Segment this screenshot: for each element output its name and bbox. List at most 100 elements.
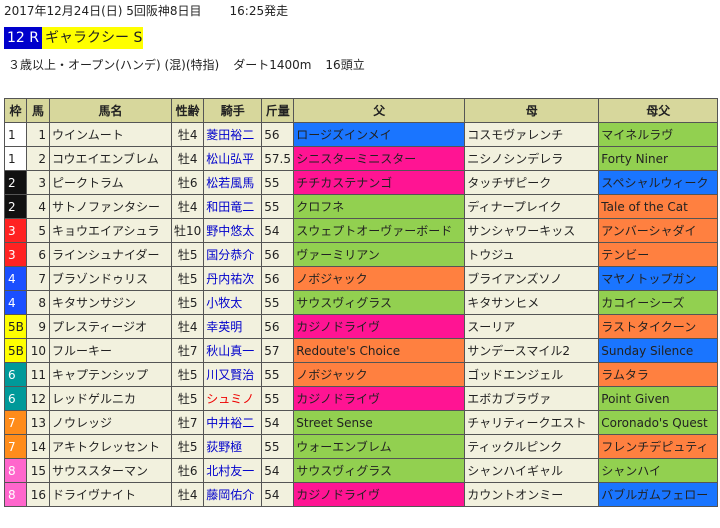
dam-cell: ブライアンズソノ	[464, 266, 600, 291]
table-row: 4 7 ブラゾンドゥリス 牡5 丹内祐次 56 ノボジャック ブライアンズソノ マヤノトップガン	[4, 266, 719, 291]
weight-cell: 57	[261, 338, 295, 363]
damsire-cell: アンバーシャダイ	[598, 218, 719, 243]
table-header-row: 枠 馬 馬名 性齢 騎手 斤量 父 母 母父	[4, 98, 719, 123]
damsire-cell: Coronado's Quest	[598, 410, 719, 435]
race-course: ダート1400m	[233, 58, 312, 72]
horse-number-cell: 11	[26, 362, 50, 387]
runner-count: 16頭立	[325, 58, 365, 72]
jockey-cell: 小牧太	[203, 290, 263, 315]
post-time: 16:25発走	[229, 4, 289, 18]
table-row: 8 16 ドライヴナイト 牡4 藤岡佑介 54 カジノドライヴ カウントオンミー バブルガムフェ…	[4, 482, 719, 507]
horse-name-cell: ノウレッジ	[49, 410, 172, 435]
dam-cell: タッチザピーク	[464, 170, 600, 195]
table-row: 7 13 ノウレッジ 牡7 中井裕二 54 Street Sense チャリティークエスト Co…	[4, 410, 719, 435]
waku-cell: 2	[4, 194, 27, 219]
jockey-cell: シュミノ	[203, 386, 263, 411]
horse-number-cell: 2	[26, 146, 50, 171]
sex-age-cell: 牡4	[170, 194, 205, 219]
sire-cell: サウスヴィグラス	[293, 458, 466, 483]
sex-age-cell: 牡7	[170, 338, 205, 363]
horse-number-cell: 7	[26, 266, 50, 291]
horse-name-cell: ドライヴナイト	[49, 482, 172, 507]
jockey-cell: 秋山真一	[203, 338, 263, 363]
sex-age-cell: 牡5	[170, 242, 205, 267]
horse-name-cell: プレスティージオ	[49, 314, 172, 339]
horse-name-cell: フルーキー	[49, 338, 172, 363]
damsire-cell: バブルガムフェロー	[598, 482, 719, 507]
col-header-damsire: 母父	[598, 98, 719, 123]
horse-number-cell: 9	[26, 314, 50, 339]
horse-name-cell: レッドゲルニカ	[49, 386, 172, 411]
race-number-badge: 12 R	[4, 27, 42, 49]
table-row: 5B 9 プレスティージオ 牡4 幸英明 56 カジノドライヴ スーリア ラストタイクーン	[4, 314, 719, 339]
sex-age-cell: 牡10	[170, 218, 205, 243]
weight-cell: 56	[261, 122, 295, 147]
horse-number-cell: 1	[26, 122, 50, 147]
weight-cell: 55	[261, 434, 295, 459]
waku-cell: 8	[4, 458, 27, 483]
horse-number-cell: 15	[26, 458, 50, 483]
sire-cell: スウェプトオーヴァーボード	[293, 218, 466, 243]
col-header-waku: 枠	[4, 98, 27, 123]
sire-cell: サウスヴィグラス	[293, 290, 466, 315]
damsire-cell: ラストタイクーン	[598, 314, 719, 339]
jockey-cell: 松山弘平	[203, 146, 263, 171]
dam-cell: サンデースマイル2	[464, 338, 600, 363]
table-row: 7 14 アキトクレッセント 牡5 荻野極 55 ウォーエンブレム ティックルピンク フレンチデ…	[4, 434, 719, 459]
sire-cell: カジノドライヴ	[293, 314, 466, 339]
weight-cell: 56	[261, 242, 295, 267]
jockey-cell: 松若風馬	[203, 170, 263, 195]
sex-age-cell: 牡5	[170, 434, 205, 459]
dam-cell: ゴッドエンジェル	[464, 362, 600, 387]
damsire-cell: テンビー	[598, 242, 719, 267]
jockey-cell: 中井裕二	[203, 410, 263, 435]
damsire-cell: フレンチデピュティ	[598, 434, 719, 459]
jockey-cell: 荻野極	[203, 434, 263, 459]
waku-cell: 4	[4, 266, 27, 291]
horse-name-cell: アキトクレッセント	[49, 434, 172, 459]
weight-cell: 56	[261, 314, 295, 339]
table-row: 6 11 キャプテンシップ 牡5 川又賢治 55 ノボジャック ゴッドエンジェル ラムタラ	[4, 362, 719, 387]
race-conditions: ３歳以上・オープン(ハンデ) (混)(特指)	[8, 58, 220, 72]
waku-cell: 5B	[4, 338, 27, 363]
col-header-sex-age: 性齢	[170, 98, 205, 123]
dam-cell: トウジュ	[464, 242, 600, 267]
race-date: 2017年12月24日(日) 5回阪神8日目	[4, 4, 202, 18]
jockey-cell: 国分恭介	[203, 242, 263, 267]
dam-cell: ティックルピンク	[464, 434, 600, 459]
sire-cell: カジノドライヴ	[293, 482, 466, 507]
weight-cell: 54	[261, 482, 295, 507]
horse-name-cell: コウエイエンブレム	[49, 146, 172, 171]
sire-cell: シニスターミニスター	[293, 146, 466, 171]
sire-cell: ウォーエンブレム	[293, 434, 466, 459]
col-header-number: 馬	[26, 98, 50, 123]
horse-number-cell: 3	[26, 170, 50, 195]
damsire-cell: カコイーシーズ	[598, 290, 719, 315]
dam-cell: エボカブラヴァ	[464, 386, 600, 411]
race-name: ギャラクシー S	[42, 27, 143, 49]
horse-name-cell: ピークトラム	[49, 170, 172, 195]
horse-name-cell: ウインムート	[49, 122, 172, 147]
sire-cell: Street Sense	[293, 410, 466, 435]
weight-cell: 55	[261, 194, 295, 219]
horse-name-cell: サウススターマン	[49, 458, 172, 483]
weight-cell: 54	[261, 410, 295, 435]
damsire-cell: Point Given	[598, 386, 719, 411]
jockey-cell: 川又賢治	[203, 362, 263, 387]
weight-cell: 54	[261, 218, 295, 243]
horse-number-cell: 10	[26, 338, 50, 363]
sex-age-cell: 牡6	[170, 458, 205, 483]
waku-cell: 4	[4, 290, 27, 315]
dam-cell: ディナープレイク	[464, 194, 600, 219]
horse-number-cell: 14	[26, 434, 50, 459]
jockey-cell: 藤岡佑介	[203, 482, 263, 507]
sex-age-cell: 牡4	[170, 122, 205, 147]
horse-name-cell: キャプテンシップ	[49, 362, 172, 387]
col-header-dam: 母	[464, 98, 600, 123]
jockey-cell: 野中悠太	[203, 218, 263, 243]
horse-number-cell: 16	[26, 482, 50, 507]
weight-cell: 54	[261, 458, 295, 483]
sex-age-cell: 牡5	[170, 290, 205, 315]
waku-cell: 3	[4, 218, 27, 243]
weight-cell: 56	[261, 266, 295, 291]
